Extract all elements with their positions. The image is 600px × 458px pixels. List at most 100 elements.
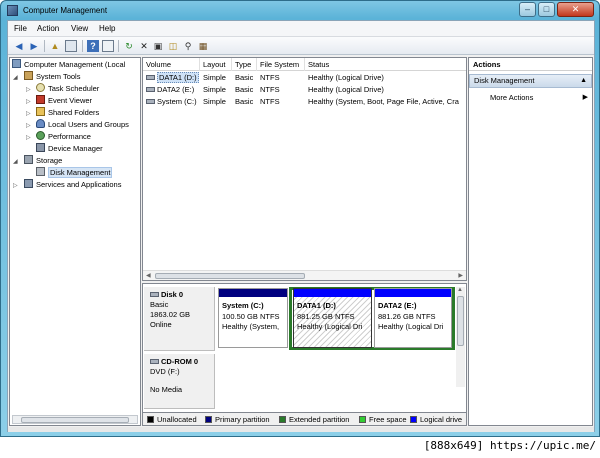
- tree-item-local-users-and-groups[interactable]: Local Users and Groups: [36, 119, 129, 131]
- legend-swatch: [205, 416, 212, 423]
- collapse-arrow-icon[interactable]: ▲: [580, 75, 587, 87]
- primary-partition-bar: [219, 289, 287, 297]
- volume-list: Volume Layout Type File System Status DA…: [142, 57, 467, 281]
- client-area: File Action View Help ◀ ▶ ▲ ? ↻ ✕ ▣ ◫ ⚲ …: [7, 20, 595, 432]
- scrollbar-thumb[interactable]: [457, 296, 464, 346]
- legend-swatch: [410, 416, 417, 423]
- expand-arrow-icon[interactable]: ▷: [26, 110, 31, 117]
- menu-bar: File Action View Help: [8, 21, 594, 37]
- collapse-arrow-icon[interactable]: ◢: [13, 74, 18, 81]
- volume-file-system: NTFS: [260, 85, 280, 94]
- tree-item-system-tools[interactable]: System Tools: [24, 71, 80, 83]
- scroll-up-arrow-icon[interactable]: ▲: [457, 287, 463, 293]
- refresh-icon[interactable]: ↻: [123, 40, 135, 52]
- tree-item-event-viewer[interactable]: Event Viewer: [36, 95, 92, 107]
- tools-icon: [24, 71, 33, 80]
- tree-item-disk-management[interactable]: Disk Management: [36, 167, 113, 179]
- cdrom-0-label[interactable]: CD-ROM 0 DVD (F:) No Media: [144, 354, 215, 409]
- volume-icon: [146, 75, 155, 80]
- disk-graphical-view: Disk 0 Basic 1863.02 GB Online System (C…: [142, 283, 467, 413]
- performance-icon: [36, 131, 45, 140]
- disk-icon: [150, 292, 159, 297]
- volume-file-system: NTFS: [260, 97, 280, 106]
- expand-arrow-icon[interactable]: ▷: [26, 98, 31, 105]
- actions-section-disk-management[interactable]: Disk Management ▲: [469, 74, 592, 88]
- disk-type: Basic: [150, 300, 169, 309]
- event-viewer-icon: [36, 95, 45, 104]
- properties-icon[interactable]: [102, 40, 114, 52]
- expand-arrow-icon[interactable]: ▷: [13, 182, 18, 189]
- status-bar: [8, 427, 594, 432]
- scroll-left-arrow-icon[interactable]: ◀: [146, 272, 151, 279]
- tree-horizontal-scrollbar[interactable]: [12, 415, 138, 424]
- clock-icon: [36, 83, 45, 92]
- disk-status: Online: [150, 320, 172, 329]
- scrollbar-thumb[interactable]: [155, 273, 305, 279]
- properties-sheet-icon[interactable]: ▣: [152, 40, 164, 52]
- back-arrow-icon[interactable]: ◀: [13, 40, 25, 52]
- column-header-file-system[interactable]: File System: [257, 58, 305, 71]
- forward-arrow-icon[interactable]: ▶: [28, 40, 40, 52]
- volume-name: DATA2 (E:): [157, 85, 195, 94]
- delete-icon[interactable]: ✕: [138, 40, 150, 52]
- volume-list-horizontal-scrollbar[interactable]: ◀ ▶: [143, 270, 466, 280]
- more-actions-item[interactable]: More Actions ▶: [490, 92, 590, 104]
- shared-folder-icon: [36, 107, 45, 116]
- close-button[interactable]: ✕: [557, 2, 594, 17]
- scrollbar-thumb[interactable]: [21, 417, 129, 423]
- open-icon[interactable]: ◫: [167, 40, 179, 52]
- volume-row[interactable]: System (C:) Simple Basic NTFS Healthy (S…: [143, 96, 466, 107]
- volume-status: Healthy (Logical Drive): [308, 73, 384, 82]
- computer-icon: [12, 59, 21, 68]
- search-icon[interactable]: ⚲: [182, 40, 194, 52]
- column-header-status[interactable]: Status: [305, 58, 466, 71]
- partition-data1-d[interactable]: DATA1 (D:) 881.25 GB NTFS Healthy (Logic…: [293, 288, 372, 348]
- expand-arrow-icon[interactable]: ▷: [26, 134, 31, 141]
- export-icon[interactable]: ▦: [197, 40, 209, 52]
- disk-map-vertical-scrollbar[interactable]: ▲: [456, 287, 465, 387]
- tree-item-performance[interactable]: Performance: [36, 131, 91, 143]
- maximize-button[interactable]: □: [538, 2, 555, 17]
- tree-item-device-manager[interactable]: Device Manager: [36, 143, 103, 155]
- partition-system-c[interactable]: System (C:) 100.50 GB NTFS Healthy (Syst…: [218, 288, 288, 348]
- partition-data2-e[interactable]: DATA2 (E:) 881.26 GB NTFS Healthy (Logic…: [374, 288, 452, 348]
- expand-arrow-icon[interactable]: ▷: [26, 122, 31, 129]
- legend-item-logical-drive: Logical drive: [410, 415, 462, 424]
- disk-legend: Unallocated Primary partition Extended p…: [142, 413, 467, 426]
- expand-arrow-icon[interactable]: ▷: [26, 86, 31, 93]
- console-tree: Computer Management (Local ◢ System Tool…: [9, 57, 141, 426]
- menu-file[interactable]: File: [14, 24, 27, 33]
- tree-item-storage[interactable]: Storage: [24, 155, 62, 167]
- help-icon[interactable]: ?: [87, 40, 99, 52]
- title-bar[interactable]: Computer Management – □ ✕: [1, 1, 600, 20]
- legend-swatch: [279, 416, 286, 423]
- submenu-arrow-icon: ▶: [582, 94, 588, 101]
- volume-row[interactable]: DATA1 (D:) Simple Basic NTFS Healthy (Lo…: [143, 72, 466, 83]
- storage-icon: [24, 155, 33, 164]
- legend-swatch: [147, 416, 154, 423]
- collapse-arrow-icon[interactable]: ◢: [13, 158, 18, 165]
- legend-swatch: [359, 416, 366, 423]
- tree-item-services-and-applications[interactable]: Services and Applications: [24, 179, 121, 191]
- partition-name: System (C:): [222, 301, 264, 310]
- toolbar-separator: [82, 40, 83, 52]
- menu-help[interactable]: Help: [99, 24, 115, 33]
- minimize-button[interactable]: –: [519, 2, 536, 17]
- show-hide-tree-icon[interactable]: [65, 40, 77, 52]
- column-header-type[interactable]: Type: [232, 58, 257, 71]
- column-header-layout[interactable]: Layout: [200, 58, 232, 71]
- tree-item-shared-folders[interactable]: Shared Folders: [36, 107, 99, 119]
- cdrom-media: No Media: [150, 385, 183, 394]
- menu-action[interactable]: Action: [37, 24, 59, 33]
- up-folder-icon[interactable]: ▲: [49, 40, 61, 52]
- tree-item-computer-management[interactable]: Computer Management (Local: [12, 59, 125, 71]
- disk-0-label[interactable]: Disk 0 Basic 1863.02 GB Online: [144, 287, 215, 351]
- menu-view[interactable]: View: [71, 24, 88, 33]
- column-header-volume[interactable]: Volume: [143, 58, 200, 71]
- volume-row[interactable]: DATA2 (E:) Simple Basic NTFS Healthy (Lo…: [143, 84, 466, 95]
- device-manager-icon: [36, 143, 45, 152]
- scroll-right-arrow-icon[interactable]: ▶: [458, 272, 463, 279]
- partition-status: Healthy (Logical Dri: [378, 322, 444, 331]
- volume-layout: Simple: [203, 73, 226, 82]
- tree-item-task-scheduler[interactable]: Task Scheduler: [36, 83, 99, 95]
